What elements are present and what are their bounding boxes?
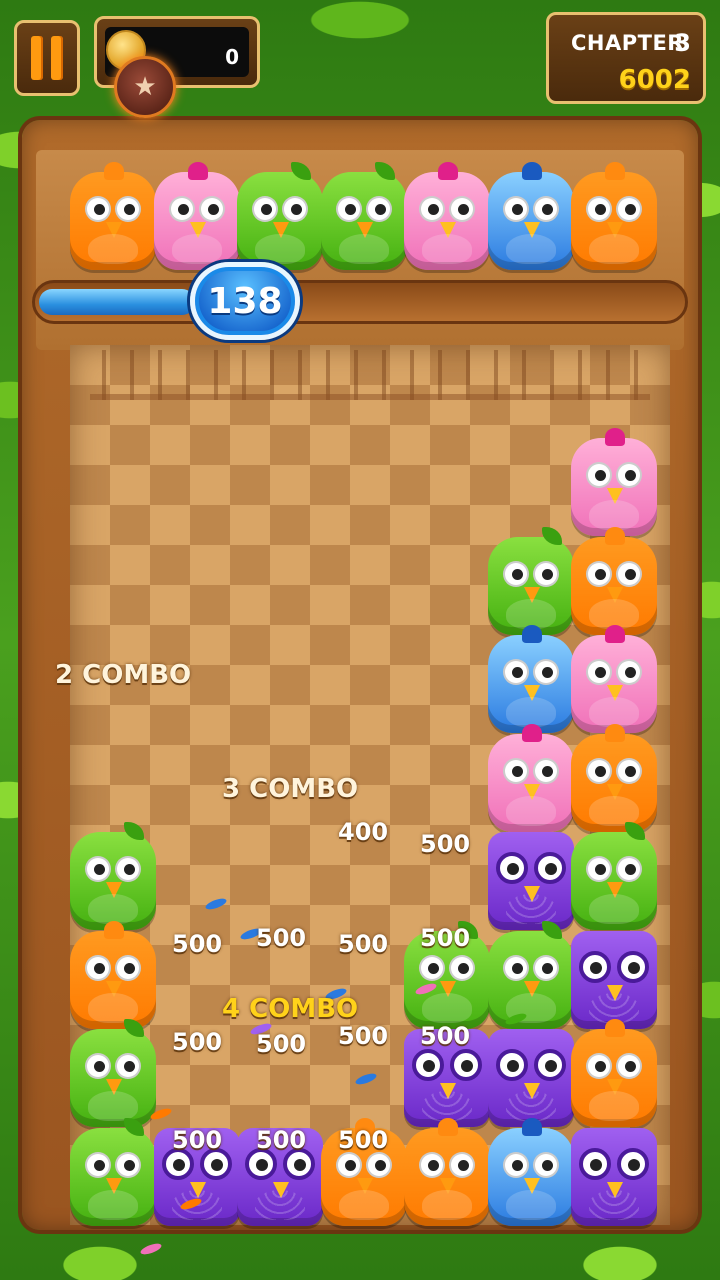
board-decoration xyxy=(90,350,650,400)
progress-fill xyxy=(39,289,195,315)
points-text: 500 xyxy=(420,1022,471,1050)
purple-bird[interactable] xyxy=(571,930,657,1029)
points-text: 500 xyxy=(338,930,389,958)
coin-value: 0 xyxy=(225,45,239,69)
pause-button[interactable] xyxy=(14,20,80,96)
chapter-panel: CHAPTER 3 6002 xyxy=(546,12,706,104)
score: 6002 xyxy=(618,65,691,95)
chapter-number: 3 xyxy=(674,29,691,57)
green-bird[interactable] xyxy=(571,822,657,930)
blue-bird[interactable] xyxy=(487,162,574,270)
blue-bird[interactable] xyxy=(487,1117,574,1226)
combo-text: 4 COMBO xyxy=(222,994,359,1024)
pause-icon xyxy=(31,36,43,80)
points-text: 500 xyxy=(420,830,471,858)
points-text: 500 xyxy=(172,930,223,958)
combo-text: 3 COMBO xyxy=(222,774,359,804)
points-text: 500 xyxy=(172,1028,223,1056)
points-text: 500 xyxy=(256,1030,307,1058)
green-bird[interactable] xyxy=(70,1117,156,1226)
progress-bar xyxy=(32,280,688,324)
chapter-label: CHAPTER xyxy=(571,31,684,55)
combo-text: 2 COMBO xyxy=(55,660,192,690)
purple-bird[interactable] xyxy=(487,832,574,930)
green-bird[interactable] xyxy=(487,526,574,635)
orange-bird[interactable] xyxy=(70,162,156,270)
points-text: 500 xyxy=(420,924,471,952)
points-text: 500 xyxy=(338,1022,389,1050)
blue-bird[interactable] xyxy=(487,625,574,733)
pink-bird[interactable] xyxy=(153,162,240,270)
purple-bird[interactable] xyxy=(487,1029,574,1127)
orange-bird[interactable] xyxy=(571,526,657,635)
moves-counter: 138 xyxy=(190,262,300,340)
orange-bird[interactable] xyxy=(70,920,156,1029)
points-text: 500 xyxy=(256,924,307,952)
owl-badge-icon[interactable]: ★ xyxy=(114,56,176,118)
purple-bird[interactable] xyxy=(571,1127,657,1226)
orange-bird[interactable] xyxy=(571,1019,657,1127)
green-bird[interactable] xyxy=(487,920,574,1029)
orange-bird[interactable] xyxy=(571,162,657,270)
points-text: 500 xyxy=(172,1126,223,1154)
orange-bird[interactable] xyxy=(571,723,657,832)
points-text: 400 xyxy=(338,818,389,846)
pink-bird[interactable] xyxy=(571,428,657,536)
pink-bird[interactable] xyxy=(571,625,657,733)
points-text: 500 xyxy=(338,1126,389,1154)
pink-bird[interactable] xyxy=(404,162,490,270)
green-bird[interactable] xyxy=(237,162,323,270)
orange-bird[interactable] xyxy=(404,1117,490,1226)
green-bird[interactable] xyxy=(70,1019,156,1127)
points-text: 500 xyxy=(256,1126,307,1154)
green-bird[interactable] xyxy=(70,822,156,930)
green-bird[interactable] xyxy=(320,162,407,270)
pink-bird[interactable] xyxy=(487,723,574,832)
